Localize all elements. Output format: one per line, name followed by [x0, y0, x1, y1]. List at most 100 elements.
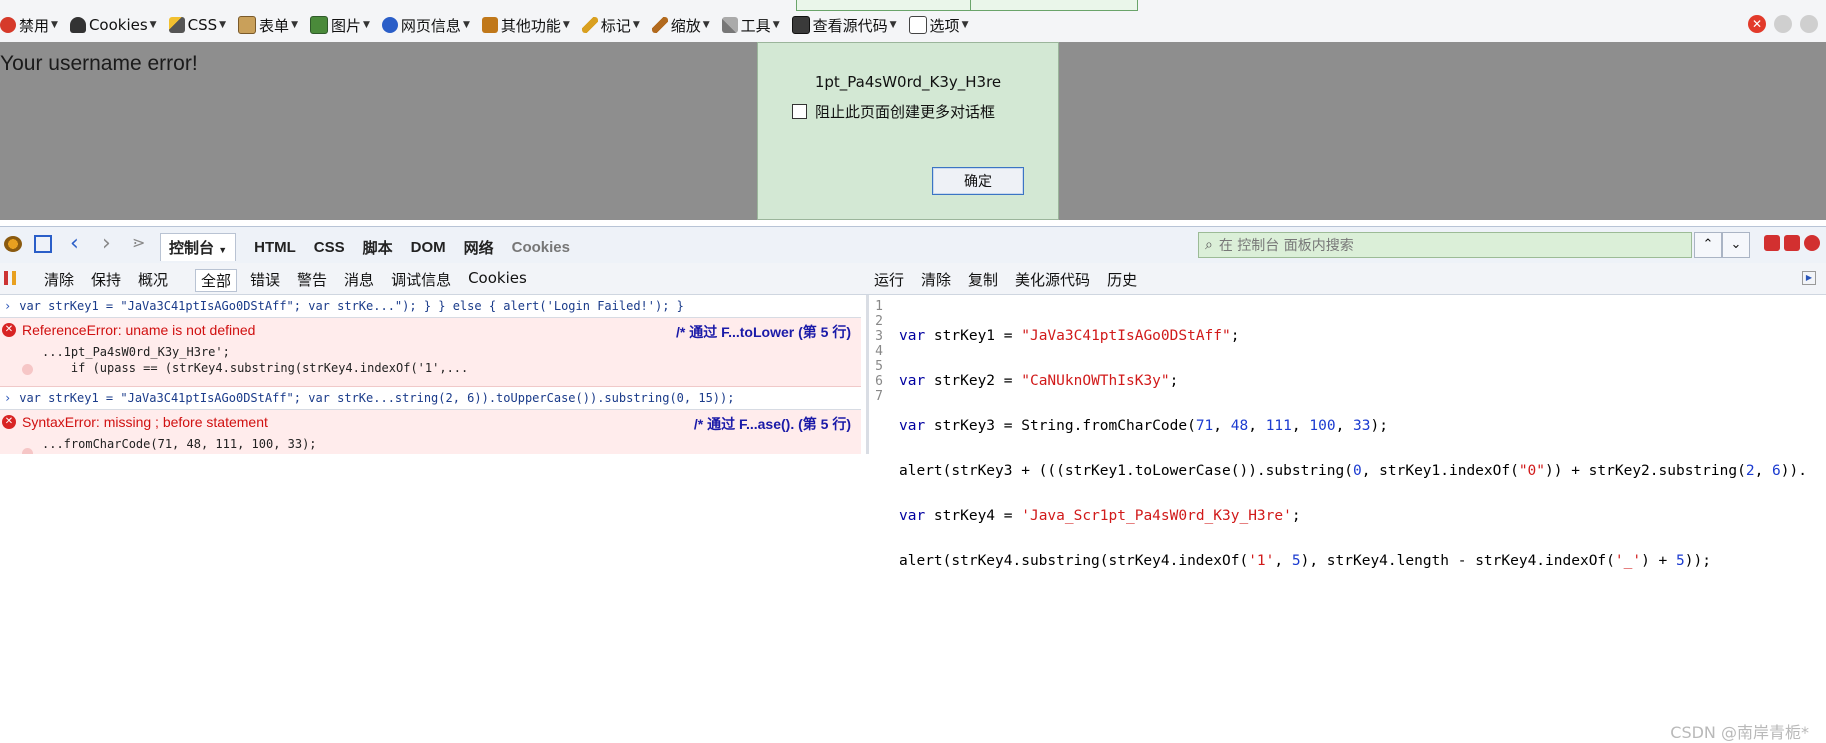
error-source-line: ...fromCharCode(71, 48, 111, 100, 33);: [42, 437, 317, 451]
chevron-down-icon: ▼: [632, 20, 640, 30]
chevron-down-icon: ▼: [889, 20, 897, 30]
filter-errors[interactable]: 错误: [250, 269, 280, 292]
editor-clear-button[interactable]: 清除: [921, 269, 951, 290]
suppress-dialogs-checkbox[interactable]: 阻止此页面创建更多对话框: [792, 101, 995, 122]
code-line: alert(strKey4.substring(strKey4.indexOf(…: [899, 553, 1711, 569]
ok-button[interactable]: 确定: [932, 167, 1024, 195]
toolbar-info-menu[interactable]: 网页信息 ▼: [381, 15, 470, 36]
error-source-line: ...1pt_Pa4sW0rd_K3y_H3re';: [42, 345, 230, 359]
toolbar-cookies-menu[interactable]: Cookies ▼: [69, 16, 157, 34]
pause-icon[interactable]: [4, 271, 16, 285]
collapse-icon[interactable]: ▶: [1802, 271, 1816, 285]
search-prev-button[interactable]: ⌃: [1694, 232, 1722, 258]
user-icon: [69, 17, 86, 33]
clear-button[interactable]: 清除: [44, 269, 74, 290]
book-icon: [481, 17, 498, 33]
filter-debug[interactable]: 调试信息: [391, 269, 451, 292]
error-icon: ✕: [2, 415, 16, 429]
filter-cookies[interactable]: Cookies: [468, 269, 527, 292]
run-button[interactable]: 运行: [874, 269, 904, 290]
image-icon: [309, 16, 328, 34]
line-number: 7: [875, 389, 883, 404]
detach-icon[interactable]: [1784, 235, 1800, 251]
filter-all[interactable]: 全部: [195, 269, 238, 292]
toolbar-misc-menu[interactable]: 其他功能 ▼: [481, 15, 570, 36]
code-line: var strKey2 = "CaNUknOWThIsK3y";: [899, 373, 1179, 389]
code-line: var strKey3 = String.fromCharCode(71, 48…: [899, 418, 1388, 434]
error-location-link[interactable]: /* 通过 F...toLower (第 5 行): [676, 322, 851, 342]
search-next-button[interactable]: ⌄: [1722, 232, 1750, 258]
checkbox-box[interactable]: [792, 104, 807, 119]
minimize-icon[interactable]: [1764, 235, 1780, 251]
console-command[interactable]: › var strKey1 = "JaVa3C41ptIsAGo0DStAff";…: [0, 295, 861, 318]
alert-message: 1pt_Pa4sW0rd_K3y_H3re: [814, 73, 1002, 91]
chevron-down-icon: ▼: [562, 20, 570, 30]
inspect-icon[interactable]: [34, 235, 52, 253]
command-editor[interactable]: 1 2 3 4 5 6 7 var strKey1 = "JaVa3C41ptI…: [866, 295, 1826, 742]
toolbar-disable-menu[interactable]: 禁用 ▼: [0, 15, 58, 36]
toolbar-options-menu[interactable]: 选项 ▼: [908, 15, 969, 36]
line-number: 1: [875, 299, 883, 314]
search-icon: ⌕: [1205, 237, 1213, 253]
back-arrow-icon[interactable]: ‹: [70, 231, 79, 256]
error-location-link[interactable]: /* 通过 F...ase(). (第 5 行): [694, 414, 851, 434]
tab-net[interactable]: 网络: [464, 237, 494, 258]
filter-warnings[interactable]: 警告: [297, 269, 327, 292]
clipboard-icon: [238, 16, 257, 34]
chevron-down-icon: ▼: [961, 20, 969, 30]
tab-dom[interactable]: DOM: [411, 239, 446, 256]
pencil-icon: [581, 17, 598, 33]
firebug-icon[interactable]: [4, 236, 22, 252]
chevron-down-icon: ▼: [462, 20, 470, 30]
toolbar-resize-menu[interactable]: 缩放 ▼: [651, 15, 710, 36]
error-marker-icon: [22, 448, 33, 454]
line-number: 6: [875, 374, 883, 389]
command-prompt-icon: ›: [4, 391, 12, 405]
page-message: Your username error!: [0, 52, 198, 75]
toolbar-tools-menu[interactable]: 工具 ▼: [721, 15, 780, 36]
error-source-line: if (upass == (strKey4.substring(strKey4.…: [42, 361, 469, 375]
console-command[interactable]: › var strKey1 = "JaVa3C41ptIsAGo0DStAff";…: [0, 387, 861, 410]
console-toolbar: 清除 保持 概况 全部 错误 警告 消息 调试信息 Cookies 运行 清除 …: [0, 263, 1826, 295]
command-line-icon[interactable]: ⋗: [132, 233, 145, 252]
persist-button[interactable]: 保持: [91, 269, 121, 290]
console-search-input[interactable]: ⌕ 在 控制台 面板内搜索: [1198, 232, 1692, 258]
copy-button[interactable]: 复制: [968, 269, 998, 290]
chevron-down-icon: ▼: [291, 20, 298, 30]
tab-script[interactable]: 脚本: [363, 237, 393, 258]
filter-info[interactable]: 消息: [344, 269, 374, 292]
tab-html[interactable]: HTML: [254, 239, 296, 256]
toolbar-forms-menu[interactable]: 表单 ▼: [238, 15, 298, 36]
chevron-down-icon: ▼: [51, 20, 58, 30]
window-button-icon[interactable]: [1774, 15, 1792, 33]
profile-button[interactable]: 概况: [138, 269, 168, 290]
code-line: var strKey4 = 'Java_Scr1pt_Pa4sW0rd_K3y_…: [899, 508, 1301, 524]
web-developer-toolbar: 禁用 ▼ Cookies ▼ CSS ▼ 表单 ▼ 图片 ▼ 网页信息 ▼ 其他功能 ▼ 标: [0, 0, 1826, 43]
close-panel-icon[interactable]: [1804, 235, 1820, 251]
close-icon[interactable]: ✕: [1748, 15, 1766, 33]
forward-arrow-icon[interactable]: ›: [102, 231, 111, 256]
code-line: alert(strKey3 + (((strKey1.toLowerCase()…: [899, 463, 1807, 479]
window-button-icon[interactable]: [1800, 15, 1818, 33]
history-button[interactable]: 历史: [1107, 269, 1137, 290]
error-entry: ✕ SyntaxError: missing ; before statemen…: [0, 410, 861, 454]
line-number: 5: [875, 359, 883, 374]
toolbar-outline-menu[interactable]: 标记 ▼: [581, 15, 640, 36]
toolbar-css-menu[interactable]: CSS ▼: [168, 16, 227, 34]
toolbar-view-source-menu[interactable]: 查看源代码 ▼: [791, 15, 897, 36]
tab-cookies[interactable]: Cookies: [512, 239, 570, 256]
tab-console[interactable]: 控制台 ▼: [160, 233, 237, 261]
pretty-print-button[interactable]: 美化源代码: [1015, 269, 1090, 290]
toolbar-images-menu[interactable]: 图片 ▼: [309, 15, 370, 36]
error-entry: ✕ ReferenceError: uname is not defined /…: [0, 318, 861, 387]
chevron-down-icon: ▼: [219, 20, 227, 30]
source-icon: [791, 16, 810, 34]
command-prompt-icon: ›: [4, 299, 12, 313]
error-icon: ✕: [2, 323, 16, 337]
info-icon: [381, 17, 398, 33]
tab-css[interactable]: CSS: [314, 239, 345, 256]
tools-icon: [721, 17, 738, 33]
search-placeholder: 在 控制台 面板内搜索: [1218, 238, 1354, 254]
editor-code[interactable]: var strKey1 = "JaVa3C41ptIsAGo0DStAff"; …: [899, 299, 1807, 644]
